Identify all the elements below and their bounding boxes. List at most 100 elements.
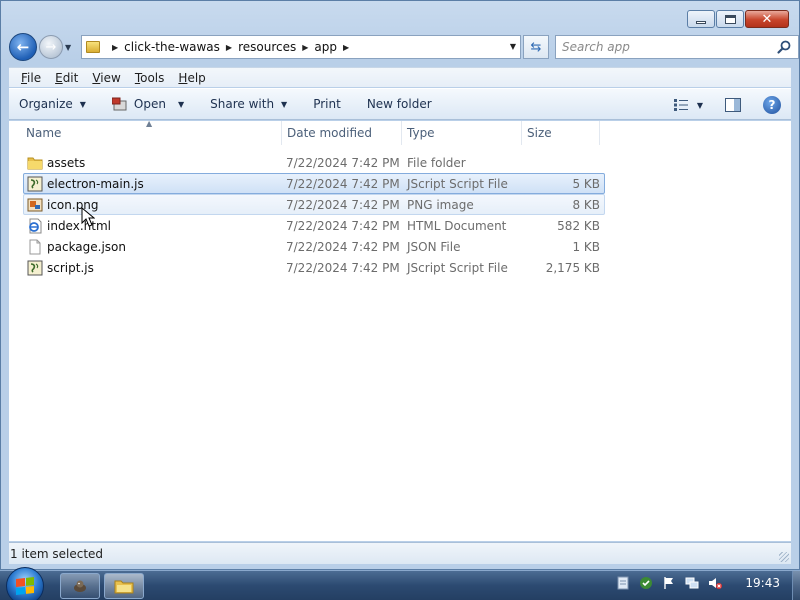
folder-icon [86, 41, 100, 53]
file-name: assets [47, 156, 86, 170]
file-size: 1 KB [572, 240, 600, 254]
dropdown-arrow-icon: ▼ [79, 99, 86, 109]
close-button[interactable]: ✕ [745, 10, 789, 28]
new-folder-button[interactable]: New folder [367, 97, 432, 111]
file-size: 8 KB [572, 198, 600, 212]
column-headers: ▲ Name Date modified Type Size [9, 119, 791, 145]
file-row[interactable]: script.js 7/22/2024 7:42 PM JScript Scri… [23, 257, 605, 278]
notes-icon[interactable] [616, 576, 630, 590]
security-shield-icon[interactable] [639, 576, 653, 590]
file-name: index.html [47, 219, 111, 233]
mouse-cursor-icon [81, 207, 95, 227]
volume-muted-icon[interactable] [708, 576, 723, 590]
action-center-flag-icon[interactable] [662, 576, 676, 590]
menu-file-label: ile [27, 70, 42, 85]
menu-tools[interactable]: Tools [135, 71, 165, 85]
new-folder-label: New folder [366, 97, 432, 111]
menu-bar: File Edit View Tools Help [9, 67, 791, 87]
print-label: Print [313, 97, 341, 111]
breadcrumb-app[interactable]: app [314, 40, 337, 54]
menu-edit[interactable]: Edit [55, 71, 78, 85]
navigation-row: ← → ▼ ▶ click-the-wawas ▶ resources ▶ ap… [9, 33, 799, 61]
search-input[interactable] [562, 40, 762, 54]
open-button[interactable]: Open ▼ [111, 97, 184, 111]
breadcrumb-resources[interactable]: resources [238, 40, 296, 54]
menu-tools-label: ools [140, 70, 165, 85]
file-row[interactable]: assets 7/22/2024 7:42 PM File folder [23, 152, 605, 173]
command-bar: Organize ▼ Open ▼ Share with ▼ Print New fo… [9, 88, 791, 120]
folder-icon [114, 580, 134, 594]
clock[interactable]: 19:43 [745, 576, 780, 590]
status-text: 1 item selected [10, 546, 104, 561]
column-header-date-modified[interactable]: Date modified [287, 126, 372, 140]
column-divider[interactable] [521, 121, 522, 145]
js-file-icon [27, 260, 43, 276]
file-row[interactable]: index.html 7/22/2024 7:42 PM HTML Docume… [23, 215, 605, 236]
refresh-icon: ⇆ [530, 39, 542, 55]
search-box[interactable] [555, 35, 799, 59]
windows-logo-icon [16, 577, 34, 595]
change-view-icon[interactable] [673, 98, 689, 112]
file-row[interactable]: icon.png 7/22/2024 7:42 PM PNG image 8 K… [23, 194, 605, 215]
column-header-size[interactable]: Size [527, 126, 552, 140]
breadcrumb-chevron-icon[interactable]: ▶ [302, 43, 308, 52]
app-icon [74, 580, 86, 592]
html-file-icon [29, 218, 42, 234]
breadcrumb-chevron-icon[interactable]: ▶ [226, 43, 232, 52]
menu-help[interactable]: Help [178, 71, 205, 85]
image-file-icon [27, 198, 43, 212]
maximize-icon [724, 14, 736, 24]
breadcrumb-click-the-wawas[interactable]: click-the-wawas [124, 40, 220, 54]
menu-view[interactable]: View [92, 71, 120, 85]
address-dropdown-icon[interactable]: ▼ [510, 42, 516, 51]
file-size: 5 KB [572, 177, 600, 191]
file-type: File folder [407, 156, 466, 170]
taskbar: 19:43 [0, 567, 800, 600]
search-icon[interactable] [776, 39, 792, 55]
start-button[interactable] [6, 567, 44, 600]
maximize-button[interactable] [716, 10, 744, 28]
open-with-icon [111, 97, 127, 111]
caption-buttons: ✕ [687, 10, 789, 28]
back-button[interactable]: ← [9, 33, 37, 61]
file-date: 7/22/2024 7:42 PM [286, 219, 400, 233]
file-type: JSON File [407, 240, 461, 254]
forward-button[interactable]: → [39, 35, 63, 59]
column-header-name[interactable]: Name [26, 126, 61, 140]
file-name: electron-main.js [47, 177, 144, 191]
refresh-button[interactable]: ⇆ [523, 35, 549, 59]
file-size: 2,175 KB [545, 261, 600, 275]
explorer-window: ✕ ← → ▼ ▶ click-the-wawas ▶ resources ▶ … [0, 0, 800, 570]
file-row[interactable]: package.json 7/22/2024 7:42 PM JSON File… [23, 236, 605, 257]
open-label: Open [133, 97, 166, 111]
column-divider[interactable] [599, 121, 600, 145]
organize-button[interactable]: Organize ▼ [19, 97, 86, 111]
print-button[interactable]: Print [313, 97, 341, 111]
column-divider[interactable] [281, 121, 282, 145]
forward-arrow-icon: → [45, 39, 57, 55]
file-row[interactable]: electron-main.js 7/22/2024 7:42 PM JScri… [23, 173, 605, 194]
menu-file[interactable]: File [21, 71, 41, 85]
taskbar-explorer-button[interactable] [104, 573, 144, 599]
menu-help-label: elp [187, 70, 206, 85]
address-bar[interactable]: ▶ click-the-wawas ▶ resources ▶ app ▶ ▼ [81, 35, 521, 59]
file-date: 7/22/2024 7:42 PM [286, 156, 400, 170]
resize-grip[interactable] [779, 552, 789, 562]
share-with-button[interactable]: Share with ▼ [210, 97, 287, 111]
js-file-icon [27, 176, 43, 192]
help-icon[interactable]: ? [763, 96, 781, 114]
menu-edit-label: dit [62, 70, 79, 85]
preview-pane-icon[interactable] [725, 98, 741, 112]
minimize-button[interactable] [687, 10, 715, 28]
breadcrumb-chevron-icon[interactable]: ▶ [343, 43, 349, 52]
column-header-type[interactable]: Type [407, 126, 435, 140]
taskbar-app-button[interactable] [60, 573, 100, 599]
file-list[interactable]: ▲ Name Date modified Type Size assets 7/… [9, 119, 791, 541]
file-type: JScript Script File [407, 177, 508, 191]
show-desktop-button[interactable] [792, 571, 800, 600]
column-divider[interactable] [401, 121, 402, 145]
view-options-dropdown-icon[interactable]: ▼ [697, 101, 703, 110]
recent-pages-dropdown[interactable]: ▼ [65, 43, 77, 52]
network-icon[interactable] [685, 576, 699, 590]
breadcrumb-chevron-icon[interactable]: ▶ [112, 43, 118, 52]
